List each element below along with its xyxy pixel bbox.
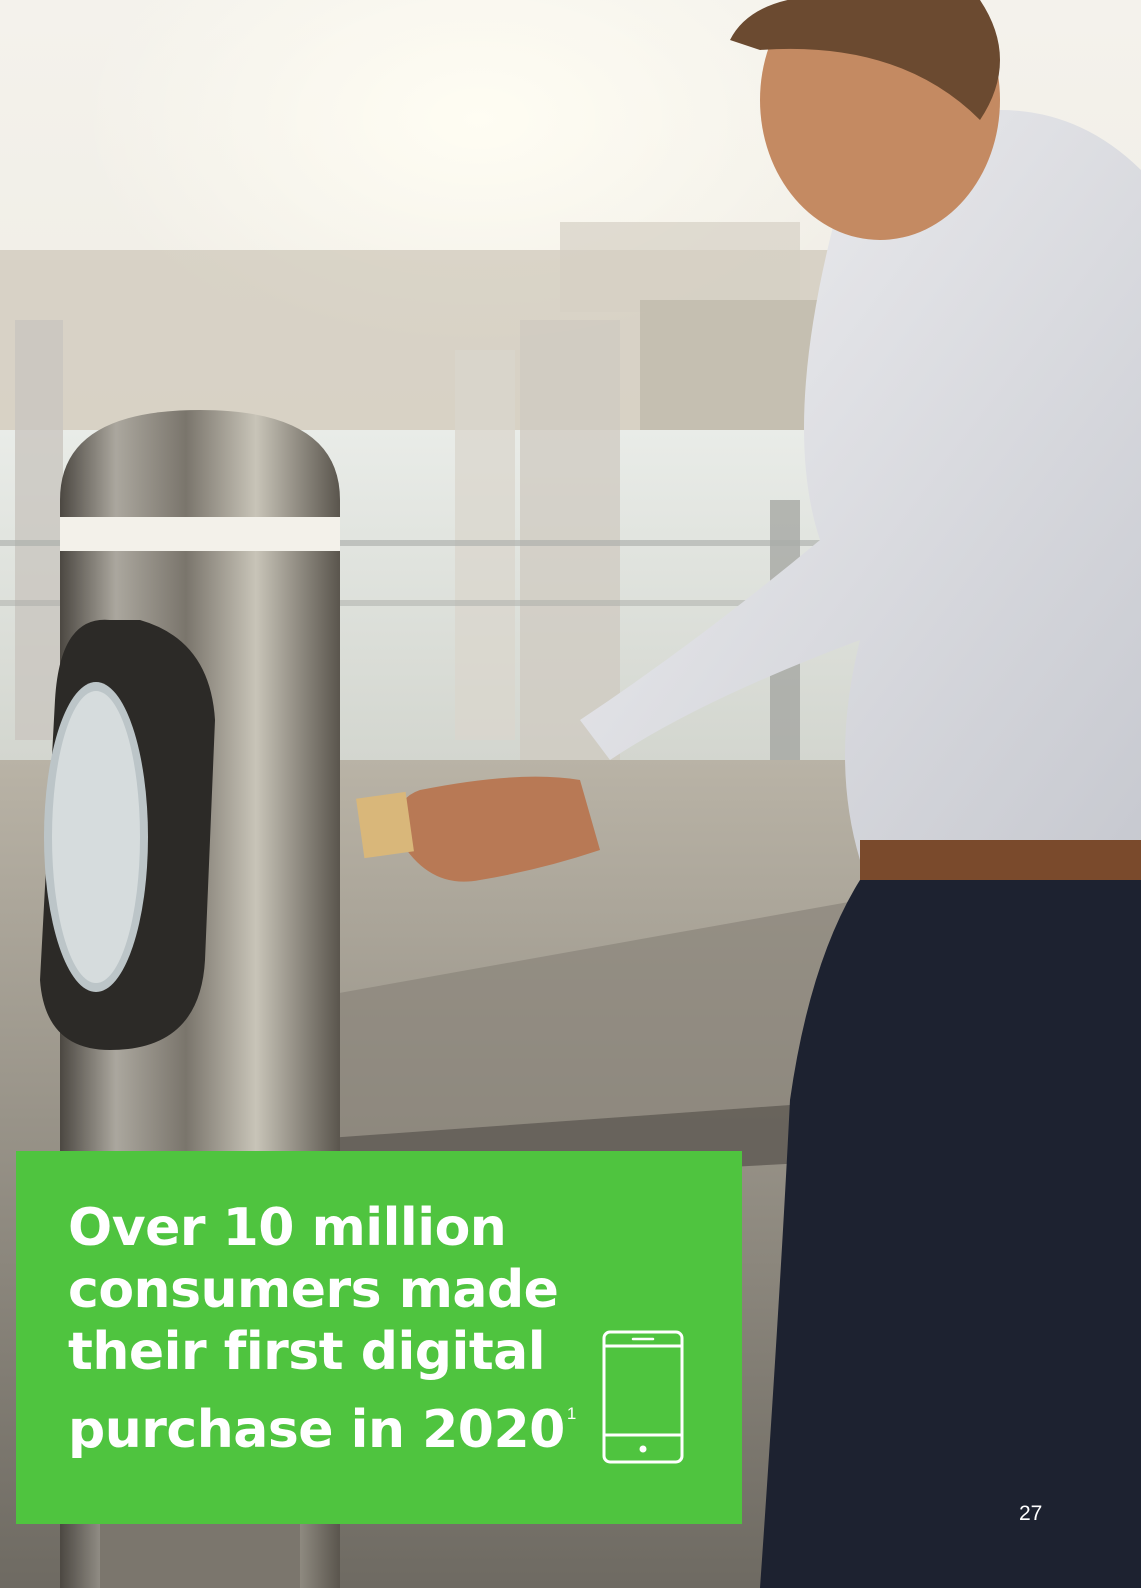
headline-line: their first digital [68,1322,546,1382]
headline-line-text: purchase in 2020 [68,1400,565,1460]
stat-headline: Over 10 million consumers made their fir… [68,1197,608,1461]
headline-line: Over 10 million [68,1198,507,1258]
headline-line-last: purchase in 2020 1 [68,1383,608,1461]
stat-callout-box: Over 10 million consumers made their fir… [16,1151,742,1524]
smartphone-icon [602,1330,684,1464]
headline-line: consumers made [68,1260,559,1320]
page-number: 27 [1019,1502,1043,1525]
footnote-marker: 1 [566,1404,577,1423]
